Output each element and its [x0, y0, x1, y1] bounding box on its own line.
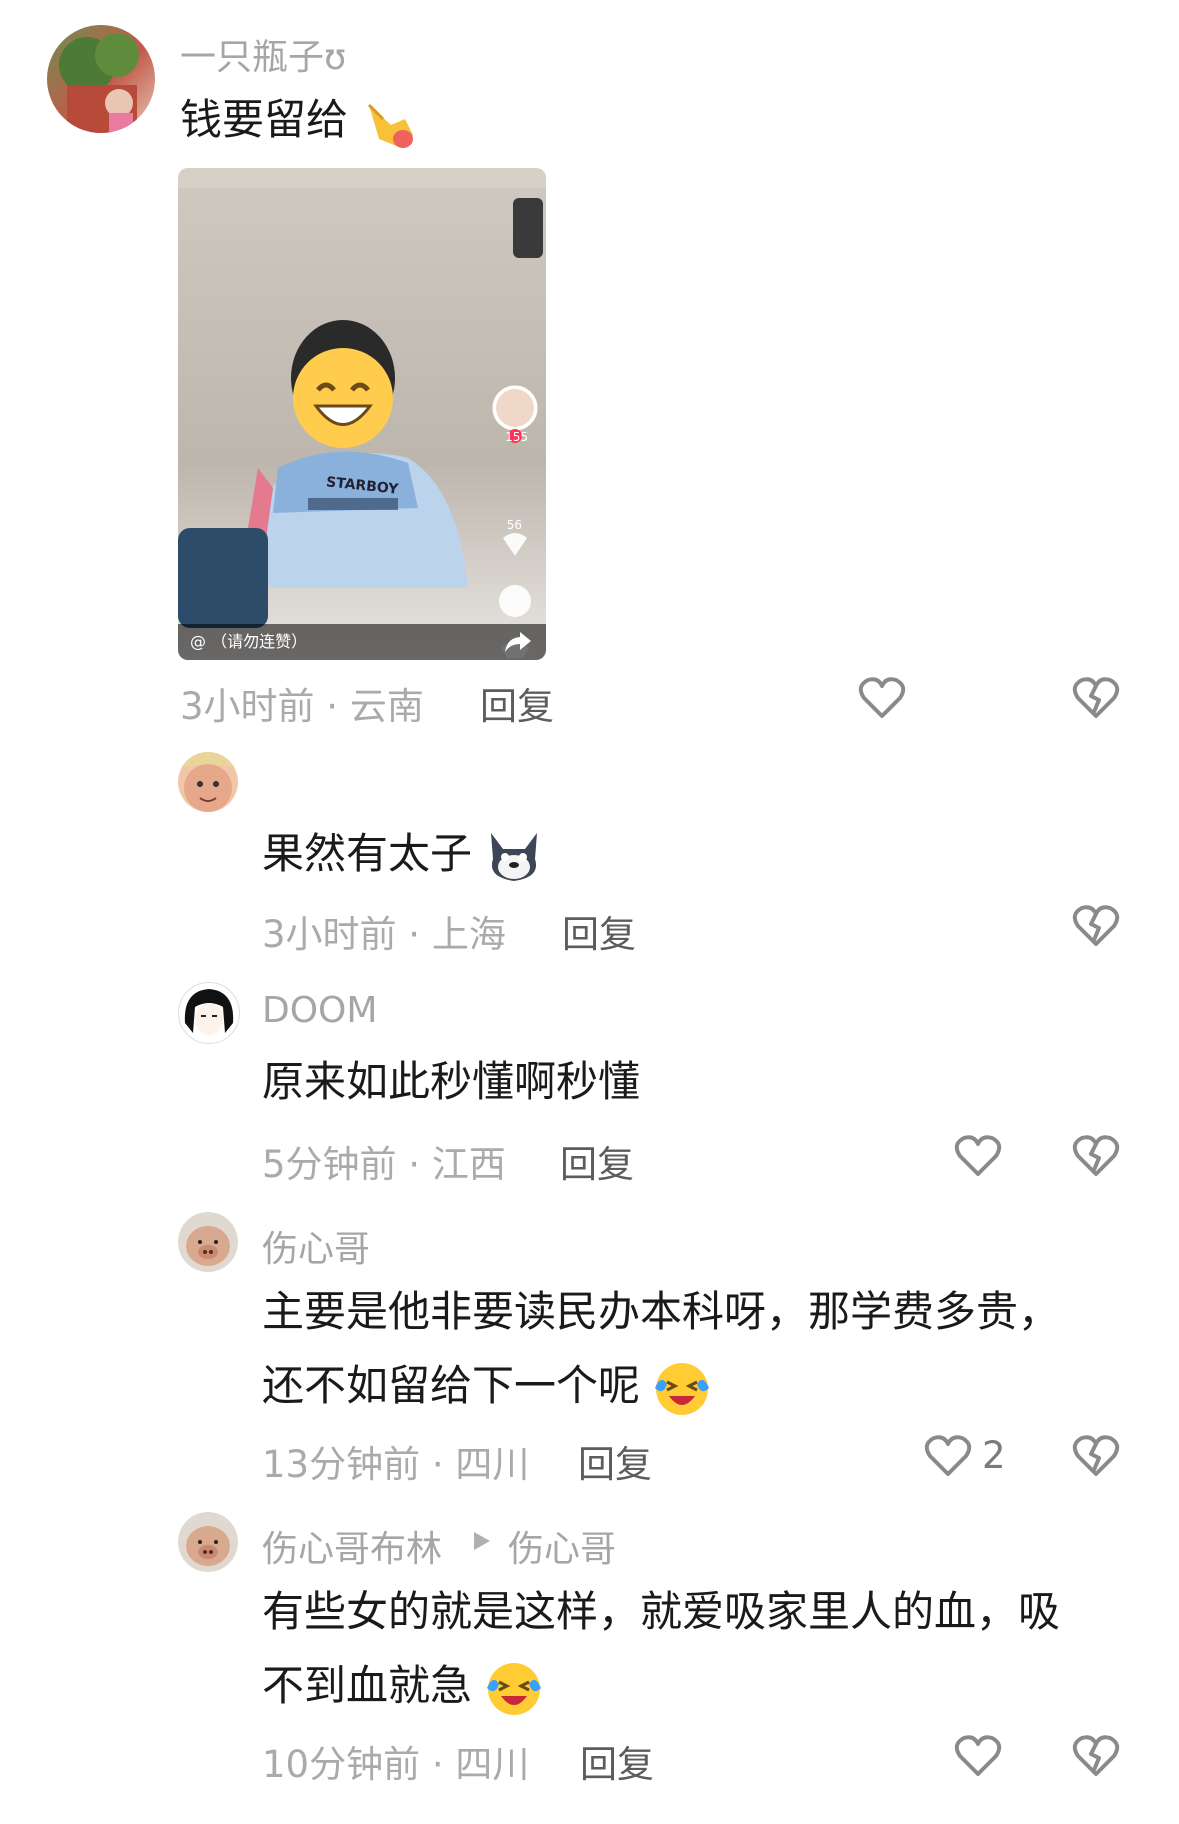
- dislike-broken-heart-icon[interactable]: [1072, 1132, 1120, 1180]
- like-heart-icon[interactable]: [924, 1432, 972, 1480]
- dislike-broken-heart-icon[interactable]: [1072, 1432, 1120, 1480]
- comment-username[interactable]: 一只瓶子ʊ: [180, 28, 346, 80]
- dislike-broken-heart-icon[interactable]: [1072, 674, 1120, 722]
- comment-username[interactable]: DOOM: [262, 990, 377, 1031]
- video-side-count: 2: [510, 596, 518, 610]
- avatar[interactable]: [47, 25, 155, 133]
- video-side-count: 155: [505, 430, 528, 444]
- comment-text: 果然有太子: [262, 818, 543, 890]
- like-count: 2: [982, 1434, 1006, 1477]
- like-heart-icon[interactable]: [858, 674, 906, 722]
- video-caption: @ （请勿连赞）: [178, 624, 546, 660]
- laughing-crying-emoji-icon: [487, 1662, 542, 1715]
- avatar[interactable]: [178, 982, 240, 1044]
- avatar-pig-icon: [186, 1226, 230, 1266]
- avatar-photo-icon: [59, 33, 139, 133]
- video-side-count: 56: [506, 518, 522, 532]
- comment-text-value: 不到血就急: [262, 1661, 473, 1710]
- dislike-broken-heart-icon[interactable]: [1072, 902, 1120, 950]
- comment-text-value: 果然有太子: [262, 829, 473, 878]
- like-heart-icon[interactable]: [954, 1132, 1002, 1180]
- reply-button[interactable]: 回复: [580, 1734, 654, 1788]
- avatar-face-icon: [178, 752, 238, 812]
- comment-text-line: 有些女的就是这样，就爱吸家里人的血，吸: [262, 1587, 1061, 1636]
- avatar[interactable]: [178, 1512, 238, 1572]
- comment-time-location: 5分钟前 · 江西: [262, 1143, 506, 1186]
- comment-text: 钱要留给: [180, 84, 417, 156]
- dislike-broken-heart-icon[interactable]: [1072, 1732, 1120, 1780]
- reply-to-username[interactable]: 伤心哥: [508, 1520, 616, 1572]
- comment-text-line: 不到血就急: [262, 1650, 543, 1722]
- avatar-anime-icon: [184, 989, 234, 1035]
- reply-button[interactable]: 回复: [480, 676, 554, 730]
- comment-time-location: 13分钟前 · 四川: [262, 1443, 530, 1486]
- comment-username[interactable]: 伤心哥布林: [262, 1520, 442, 1572]
- husky-dog-emoji-icon: [491, 832, 538, 881]
- comment-text-line: 主要是他非要读民办本科呀，那学费多贵，: [262, 1287, 1061, 1336]
- avatar-pig-icon: [186, 1526, 230, 1566]
- comment-text: 原来如此秒懂啊秒懂: [262, 1057, 641, 1106]
- video-caption-text: @ （请勿连赞）: [190, 632, 308, 651]
- video-frame-icon: [178, 168, 546, 658]
- pointing-hand-emoji-icon: [368, 103, 414, 148]
- comment-text-value: 钱要留给: [180, 95, 349, 144]
- laughing-crying-emoji-icon: [655, 1362, 710, 1415]
- comment-time-location: 10分钟前 · 四川: [262, 1743, 530, 1786]
- comment-time-location: 3小时前 · 云南: [180, 685, 424, 728]
- reply-button[interactable]: 回复: [560, 1134, 634, 1188]
- reply-button[interactable]: 回复: [562, 904, 636, 958]
- comment-text-value: 还不如留给下一个呢: [262, 1361, 641, 1410]
- share-icon[interactable]: [504, 630, 532, 654]
- reply-arrow-icon: [474, 1532, 490, 1550]
- avatar[interactable]: [178, 752, 238, 812]
- avatar[interactable]: [178, 1212, 238, 1272]
- comment-time-location: 3小时前 · 上海: [262, 913, 506, 956]
- like-heart-icon[interactable]: [954, 1732, 1002, 1780]
- comment-username[interactable]: 伤心哥: [262, 1220, 370, 1272]
- video-thumbnail[interactable]: 155 56 2 STARBOY @ （请勿连赞）: [178, 168, 546, 660]
- comment-text-line: 还不如留给下一个呢: [262, 1350, 711, 1422]
- reply-button[interactable]: 回复: [578, 1434, 652, 1488]
